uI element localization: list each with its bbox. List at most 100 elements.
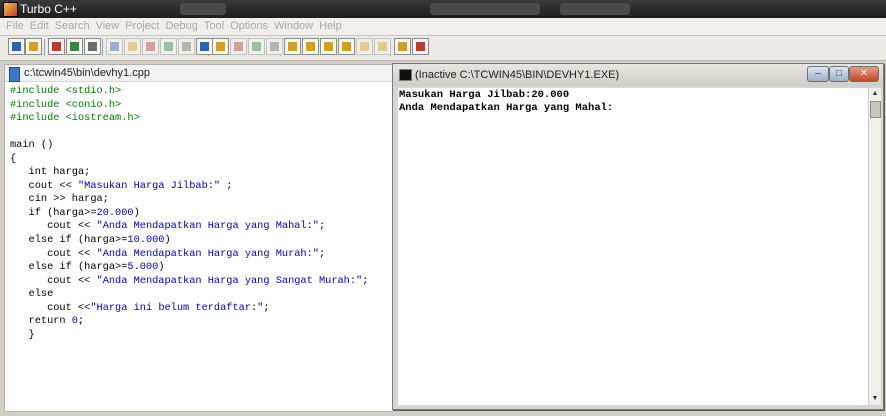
close-button[interactable]: ✕: [849, 66, 879, 82]
go-to-cursor-icon: [164, 42, 173, 51]
toolbar-separator: [44, 39, 45, 56]
editor-tab[interactable]: c:\tcwin45\bin\devhy1.cpp: [5, 65, 393, 82]
open-project-button[interactable]: [8, 38, 25, 55]
toolbar-separator: [102, 39, 103, 56]
code-text: cout <<: [10, 274, 97, 287]
menu-item-tool[interactable]: Tool: [201, 18, 227, 32]
string-literal: "Masukan Harga Jilbab:": [77, 179, 221, 192]
open-project-icon: [12, 42, 21, 51]
search-again-icon: [324, 42, 333, 51]
minimize-button[interactable]: –: [807, 66, 829, 82]
code-text: ;: [263, 301, 270, 314]
string-literal: "Anda Mendapatkan Harga yang Sangat Mura…: [96, 274, 363, 287]
trace-into-button[interactable]: [142, 38, 159, 55]
output-window-title-bar[interactable]: (Inactive C:\TCWIN45\BIN\DEVHY1.EXE) – □…: [393, 64, 883, 86]
console-output: Masukan Harga Jilbab:20.000 Anda Mendapa…: [398, 88, 868, 114]
run-button[interactable]: [106, 38, 123, 55]
maximize-button[interactable]: □: [829, 66, 849, 82]
run-icon: [110, 42, 119, 51]
menu-item-options[interactable]: Options: [227, 18, 271, 32]
build-icon: [88, 42, 97, 51]
code-text: ;: [220, 179, 233, 192]
menu-item-project[interactable]: Project: [122, 18, 162, 32]
code-text: main (): [10, 139, 54, 152]
undo-button[interactable]: [212, 38, 229, 55]
cascade-windows-button[interactable]: [412, 38, 429, 55]
trace-into-icon: [146, 42, 155, 51]
scroll-thumb[interactable]: [870, 101, 881, 118]
find-next-button[interactable]: [338, 38, 355, 55]
code-line: int harga;: [10, 166, 91, 179]
copy-button[interactable]: [248, 38, 265, 55]
code-text: return: [10, 315, 72, 328]
code-line: cin >> harga;: [10, 193, 109, 205]
step-over-button[interactable]: [124, 38, 141, 55]
toolbar: [0, 36, 886, 61]
editor-filename: c:\tcwin45\bin\devhy1.cpp: [24, 67, 150, 79]
editor-window[interactable]: c:\tcwin45\bin\devhy1.cpp #include <stdi…: [4, 64, 394, 412]
previous-message-button[interactable]: [374, 38, 391, 55]
code-line: cout << "Anda Mendapatkan Harga yang Mur…: [10, 248, 325, 260]
go-to-cursor-button[interactable]: [160, 38, 177, 55]
code-text: cout <<: [10, 179, 78, 192]
tile-windows-icon: [398, 42, 407, 51]
make-button[interactable]: [66, 38, 83, 55]
console-icon: [399, 69, 412, 81]
scroll-down-arrow-icon[interactable]: ▼: [870, 394, 880, 404]
code-text: else if (harga>=: [10, 261, 128, 274]
toggle-breakpoint-button[interactable]: [178, 38, 195, 55]
code-text: {: [10, 152, 17, 165]
toggle-breakpoint-icon: [182, 42, 191, 51]
code-line: #include <conio.h>: [10, 99, 121, 111]
output-window-title: (Inactive C:\TCWIN45\BIN\DEVHY1.EXE): [415, 69, 620, 81]
menu-item-edit[interactable]: Edit: [27, 18, 52, 32]
scroll-up-arrow-icon[interactable]: ▲: [870, 89, 880, 99]
find-next-icon: [342, 42, 351, 51]
code-line: cout << "Anda Mendapatkan Harga yang Mah…: [10, 220, 325, 232]
code-text: int harga;: [10, 166, 91, 179]
menu-item-help[interactable]: Help: [316, 18, 345, 32]
compile-button[interactable]: [48, 38, 65, 55]
cpp-file-icon: [9, 67, 20, 82]
code-line: cout <<"Harga ini belum terdaftar:";: [10, 302, 270, 314]
build-button[interactable]: [84, 38, 101, 55]
search-button[interactable]: [284, 38, 301, 55]
source-code[interactable]: #include <stdio.h> #include <conio.h> #i…: [5, 82, 393, 342]
menu-item-search[interactable]: Search: [52, 18, 93, 32]
tile-windows-button[interactable]: [394, 38, 411, 55]
turbo-cpp-logo-icon: [3, 2, 18, 17]
replace-button[interactable]: [302, 38, 319, 55]
console-screen[interactable]: Masukan Harga Jilbab:20.000 Anda Mendapa…: [398, 88, 868, 405]
replace-icon: [306, 42, 315, 51]
code-text: if (harga>=: [10, 206, 97, 219]
code-line: return 0;: [10, 315, 85, 328]
menu-item-debug[interactable]: Debug: [162, 18, 200, 32]
make-icon: [70, 42, 79, 51]
menu-item-view[interactable]: View: [93, 18, 123, 32]
number-literal: 5.000: [127, 261, 159, 274]
code-text: cout <<: [10, 220, 97, 233]
cut-icon: [234, 42, 243, 51]
code-line: #include <iostream.h>: [10, 112, 140, 124]
evaluate-button[interactable]: [196, 38, 213, 55]
cut-button[interactable]: [230, 38, 247, 55]
code-line: #include <stdio.h>: [10, 85, 121, 97]
preprocessor-directive: #include <stdio.h>: [10, 85, 122, 97]
next-message-button[interactable]: [356, 38, 373, 55]
menu-item-window[interactable]: Window: [271, 18, 316, 32]
paste-button[interactable]: [266, 38, 283, 55]
title-bar-glare: [560, 3, 630, 15]
preprocessor-directive: #include <iostream.h>: [10, 112, 140, 125]
vertical-scrollbar[interactable]: ▲ ▼: [868, 88, 881, 405]
console-output-line: Masukan Harga Jilbab:20.000: [399, 89, 570, 101]
cascade-windows-icon: [416, 42, 425, 51]
copy-icon: [252, 42, 261, 51]
output-window[interactable]: (Inactive C:\TCWIN45\BIN\DEVHY1.EXE) – □…: [392, 63, 884, 410]
menu-item-file[interactable]: File: [0, 18, 27, 32]
string-literal: "Anda Mendapatkan Harga yang Murah:": [96, 247, 319, 260]
paste-icon: [270, 42, 279, 51]
code-text: }: [10, 328, 35, 341]
search-again-button[interactable]: [320, 38, 337, 55]
code-line: cout << "Anda Mendapatkan Harga yang San…: [10, 275, 368, 287]
save-button[interactable]: [25, 38, 42, 55]
